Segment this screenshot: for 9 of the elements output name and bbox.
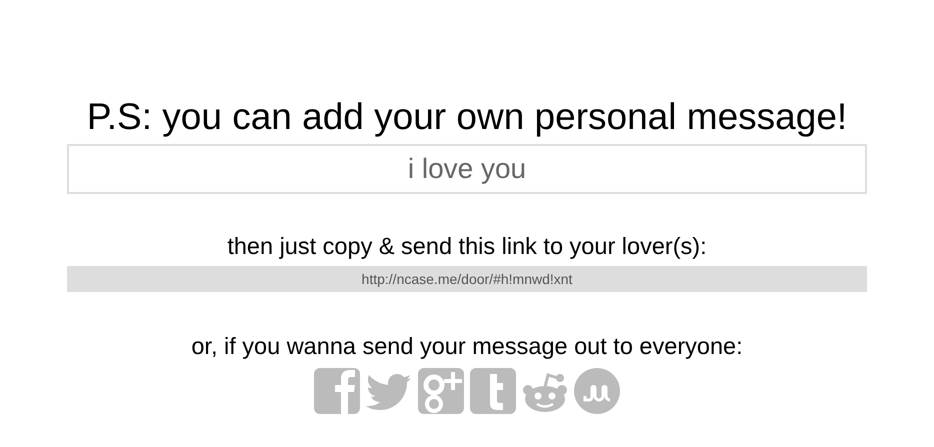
link-instructions: then just copy & send this link to your lover(s):	[227, 234, 707, 260]
message-input-field[interactable]: i love you	[67, 144, 867, 194]
share-link-field[interactable]: http://ncase.me/door/#h!mnwd!xnt	[67, 266, 867, 292]
letter-f-icon[interactable]	[313, 366, 361, 416]
heading: P.S: you can add your own personal message!	[86, 98, 848, 135]
share-instructions: or, if you wanna send your message out to everyone:	[191, 334, 743, 360]
letter-g-plus-icon[interactable]	[417, 366, 465, 416]
letter-t-icon[interactable]	[469, 366, 517, 416]
circle-logo-icon[interactable]	[573, 366, 621, 416]
